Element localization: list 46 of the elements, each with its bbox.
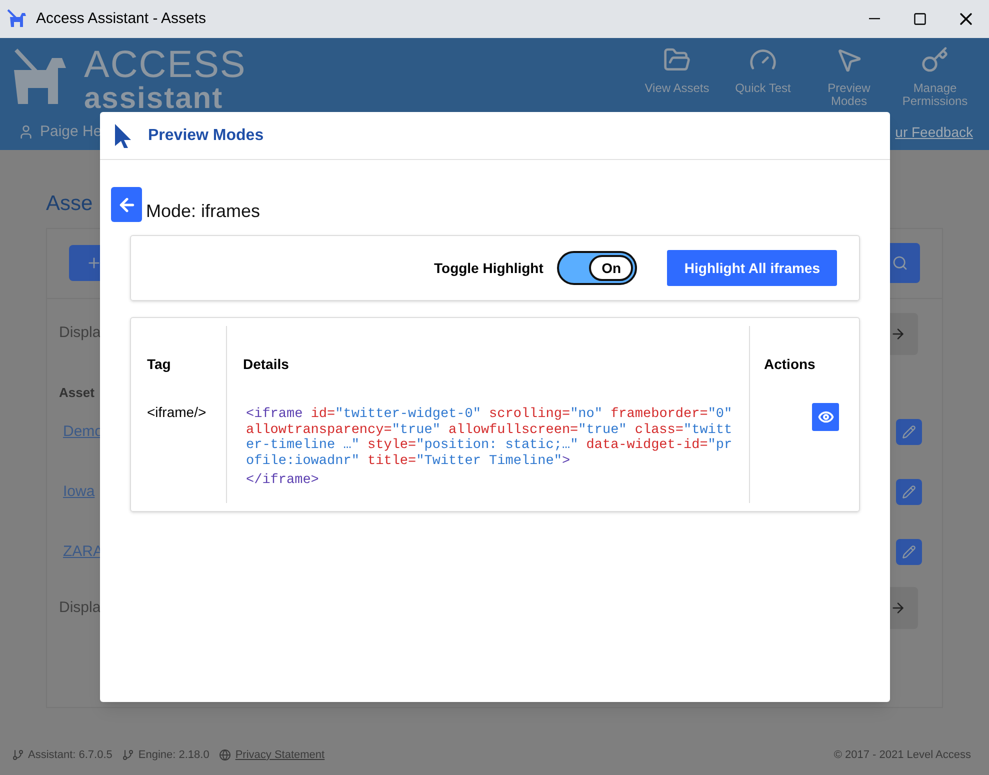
cursor-icon xyxy=(114,122,132,148)
toggle-label: Toggle Highlight xyxy=(434,258,544,278)
display-text: Displa xyxy=(59,323,101,344)
nav-button[interactable]: Preview Modes xyxy=(813,46,885,108)
column-header: Details xyxy=(243,355,290,374)
nav-button[interactable]: Manage Permissions xyxy=(899,46,971,108)
dialog-title: Preview Modes xyxy=(148,126,264,146)
code-snippet: <iframe id="twitter-widget-0" scrolling="no" frameborder="0" allowtransparency="true" allowfullscreen="true" class="twitter-timeline …" style="position: static;…" data-widget-id="profile:iowadnr" title="Twitter Timeline"> xyxy=(246,407,734,469)
preview-button[interactable] xyxy=(812,403,839,431)
dog-icon xyxy=(6,8,28,30)
eye-icon xyxy=(818,409,834,425)
globe-icon xyxy=(219,749,232,761)
version-text: Engine: 2.18.0 xyxy=(138,748,210,763)
feedback-link[interactable]: ur Feedback xyxy=(895,122,973,142)
nav-button[interactable]: Quick Test xyxy=(727,46,799,108)
page-title: Asse xyxy=(46,191,93,217)
logo-text: ACCESS xyxy=(84,46,246,84)
user-icon xyxy=(18,124,34,140)
version-text: Assistant: 6.7.0.5 xyxy=(28,748,112,763)
minimize-icon xyxy=(868,18,880,20)
maximize-icon xyxy=(913,12,927,26)
column-header: Asset xyxy=(59,384,94,402)
asset-link[interactable]: Iowa xyxy=(63,480,95,504)
key-icon xyxy=(921,46,949,74)
code-closing-tag: </iframe> xyxy=(246,473,737,488)
back-button[interactable] xyxy=(111,187,142,222)
display-text: Displa xyxy=(59,598,101,618)
nav-button[interactable]: View Assets xyxy=(641,46,713,108)
column-header: Actions xyxy=(764,355,816,374)
pencil-icon xyxy=(902,545,916,559)
branch-icon xyxy=(12,749,24,761)
mode-heading: Mode: iframes xyxy=(146,200,260,223)
plus-icon xyxy=(86,255,102,271)
pencil-icon xyxy=(902,425,916,439)
search-icon xyxy=(892,255,908,271)
copyright-text: © 2017 - 2021 Level Access xyxy=(834,748,972,763)
pencil-icon xyxy=(902,485,916,499)
branch-icon xyxy=(122,749,134,761)
highlight-all-button[interactable]: Highlight All iframes xyxy=(667,250,837,286)
tag-cell: <iframe/> xyxy=(147,404,206,420)
arrow-right-icon xyxy=(890,600,906,616)
highlight-switch[interactable]: On xyxy=(557,251,638,285)
logo-subtext: assistant xyxy=(84,84,224,114)
window-title: Access Assistant - Assets xyxy=(36,8,206,29)
privacy-link[interactable]: Privacy Statement xyxy=(235,746,325,764)
column-header: Tag xyxy=(147,355,172,374)
